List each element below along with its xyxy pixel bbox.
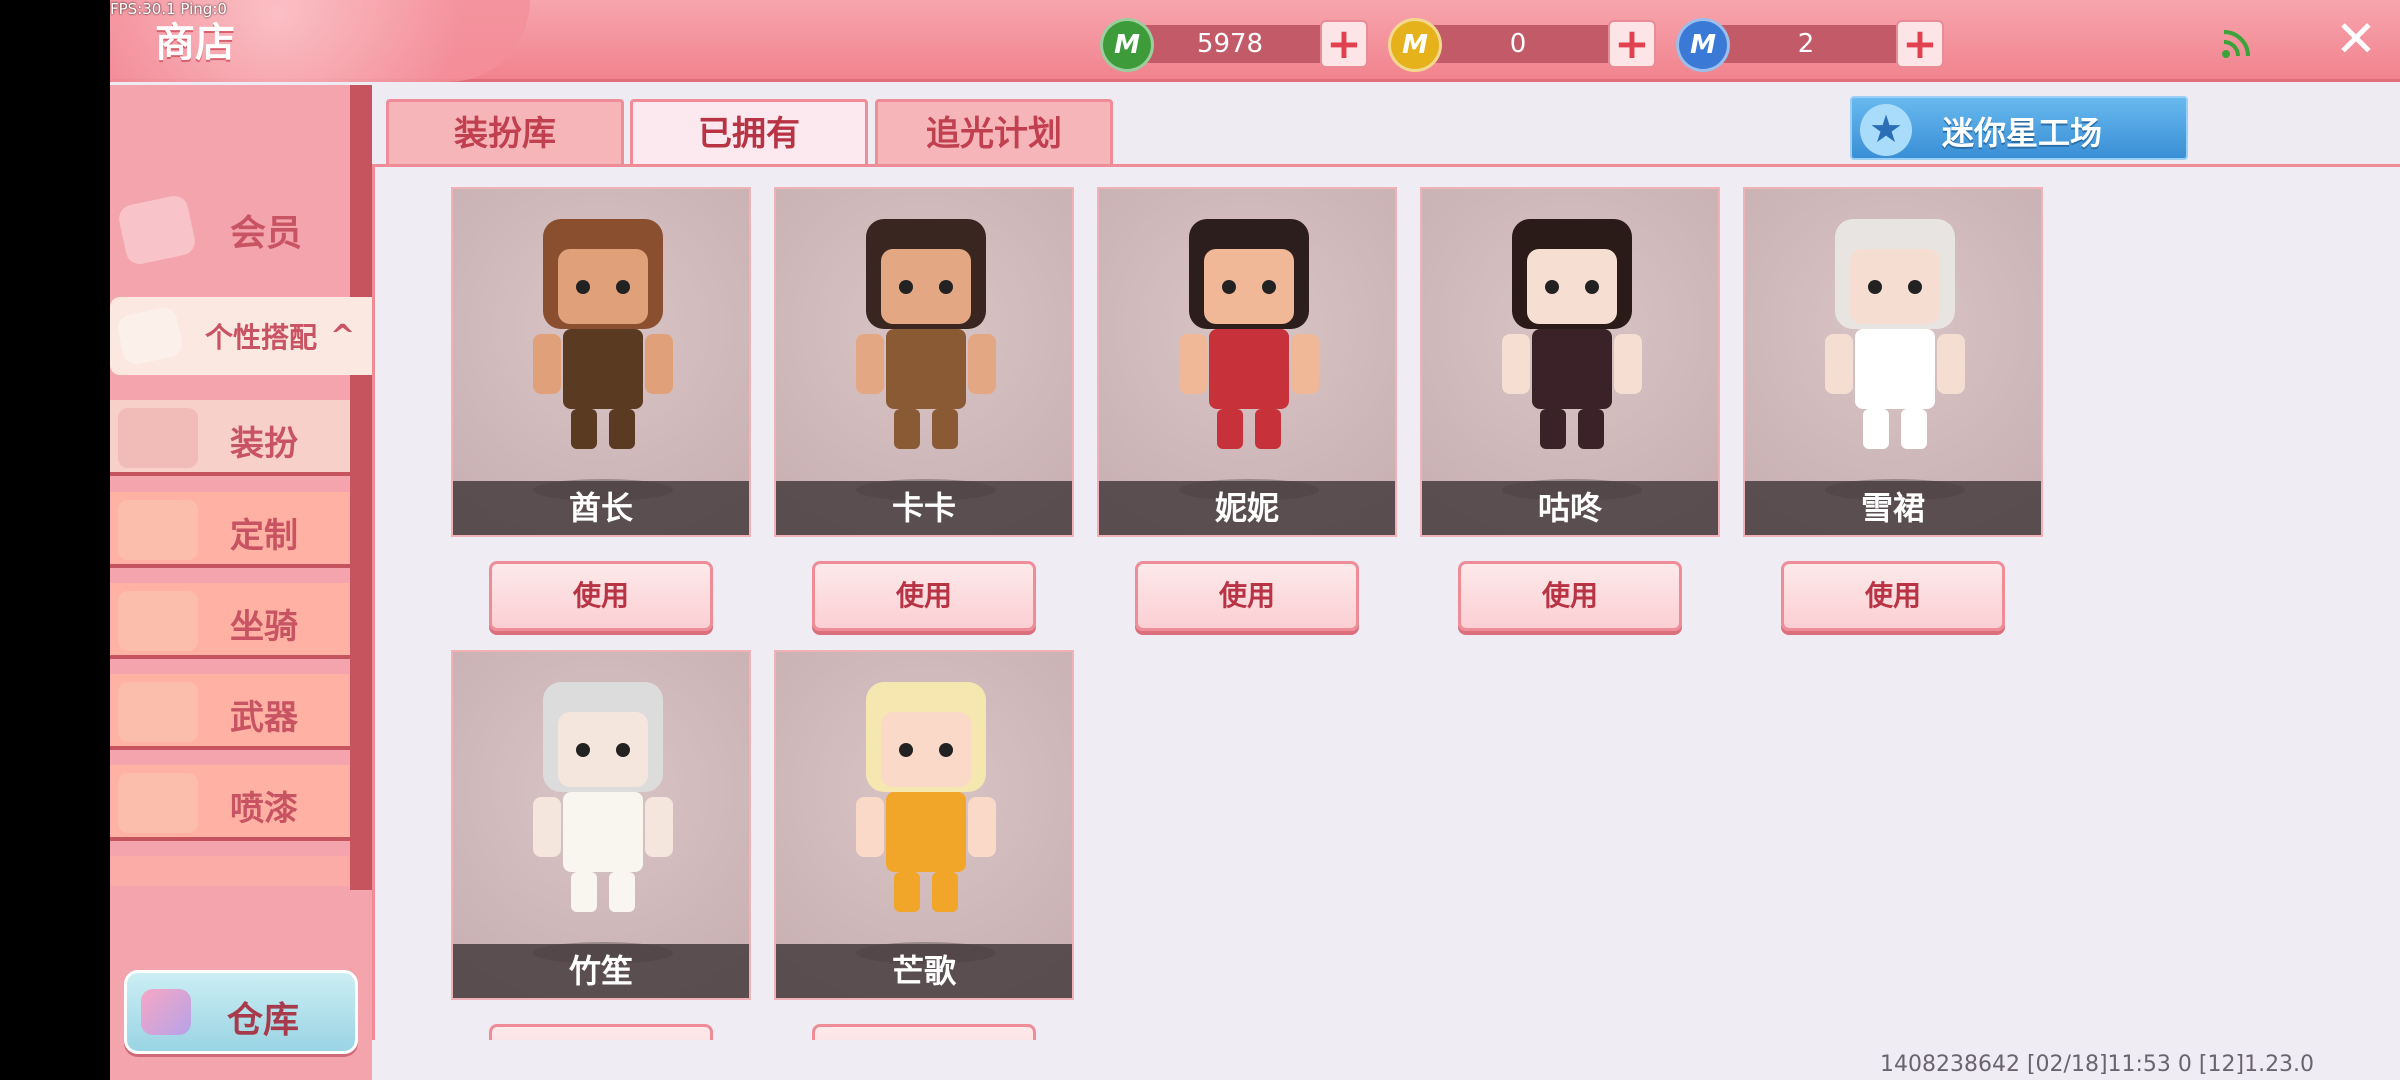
green-gem-icon: M (1100, 18, 1154, 72)
signal-icon (2222, 30, 2250, 58)
character-figure (856, 682, 996, 912)
add-currency-button[interactable]: + (1896, 20, 1944, 68)
fps-readout: FPS:30.1 Ping:0 (110, 0, 227, 18)
warehouse-button[interactable]: 仓库 (124, 970, 358, 1054)
skin-name: 芒歌 (776, 944, 1072, 998)
use-skin-button[interactable]: 使用 (1781, 561, 2005, 631)
tab-chase-light-plan[interactable]: 追光计划 (875, 99, 1113, 167)
gold-coin-icon: M (1388, 18, 1442, 72)
skin-card[interactable]: 咕咚 (1420, 187, 1720, 537)
tab-wardrobe[interactable]: 装扮库 (386, 99, 624, 167)
sidebar-item-dressup[interactable]: 装扮 (110, 400, 350, 476)
style-icon (115, 305, 185, 367)
skin-name: 卡卡 (776, 481, 1072, 535)
add-currency-button[interactable]: + (1608, 20, 1656, 68)
close-icon[interactable]: ✕ (2335, 14, 2377, 64)
character-figure (533, 219, 673, 449)
mini-star-factory-button[interactable]: ★ 迷你星工场 (1850, 96, 2188, 160)
sidebar-item-mount[interactable]: 坐骑 (110, 583, 350, 659)
character-figure (533, 682, 673, 912)
currency-value: 0 (1509, 29, 1527, 59)
version-info: 1408238642 [02/18]11:53 0 [12]1.23.0 (1880, 1052, 2315, 1077)
shirt-icon (118, 408, 198, 468)
skin-card[interactable]: 酋长 (451, 187, 751, 537)
gun-icon (118, 682, 198, 742)
spray-can-icon (118, 773, 198, 833)
skin-name: 雪裙 (1745, 481, 2041, 535)
character-figure (1179, 219, 1319, 449)
skin-name: 竹笙 (453, 944, 749, 998)
chevron-up-icon: ^ (330, 318, 356, 354)
sidebar-item-spray[interactable]: 喷漆 (110, 765, 350, 841)
sidebar-item-style[interactable]: 个性搭配 ^ (110, 297, 372, 375)
top-bar: 商店 5978 M + 0 M + 2 M + ✕ (110, 0, 2400, 82)
add-currency-button[interactable]: + (1320, 20, 1368, 68)
currency-value: 5978 (1196, 29, 1264, 59)
skin-card[interactable]: 妮妮 (1097, 187, 1397, 537)
character-figure (856, 219, 996, 449)
use-skin-button[interactable]: 使用 (812, 561, 1036, 631)
page-title: 商店 (155, 20, 235, 66)
character-figure (1825, 219, 1965, 449)
shop-screen: 商店 5978 M + 0 M + 2 M + ✕ 会员 个性搭配 ^ 装扮 定… (110, 0, 2400, 1080)
use-skin-button[interactable]: 使用 (1458, 561, 1682, 631)
skin-card[interactable]: 雪裙 (1743, 187, 2043, 537)
skin-card[interactable]: 竹笙 (451, 650, 751, 1000)
use-skin-button[interactable]: 使用 (489, 561, 713, 631)
skin-name: 咕咚 (1422, 481, 1718, 535)
sidebar-item-custom[interactable]: 定制 (110, 492, 350, 568)
skin-name: 酋长 (453, 481, 749, 535)
owned-skins-grid: 酋长使用卡卡使用妮妮使用咕咚使用雪裙使用竹笙使用芒歌使用中 (372, 164, 2400, 1080)
sidebar-item-vip[interactable]: 会员 (110, 185, 372, 275)
warehouse-icon (141, 989, 191, 1035)
vip-icon (116, 193, 198, 267)
pencil-icon (118, 500, 198, 560)
star-icon: ★ (1860, 104, 1912, 156)
skin-name: 妮妮 (1099, 481, 1395, 535)
skin-card[interactable]: 卡卡 (774, 187, 1074, 537)
sidebar-item-more[interactable] (110, 856, 350, 886)
skin-card[interactable]: 芒歌 (774, 650, 1074, 1000)
currency-value: 2 (1797, 29, 1815, 59)
character-figure (1502, 219, 1642, 449)
use-skin-button[interactable]: 使用 (1135, 561, 1359, 631)
tab-owned[interactable]: 已拥有 (630, 99, 868, 169)
blue-coin-icon: M (1676, 18, 1730, 72)
sidebar-item-weapon[interactable]: 武器 (110, 674, 350, 750)
mount-icon (118, 591, 198, 651)
